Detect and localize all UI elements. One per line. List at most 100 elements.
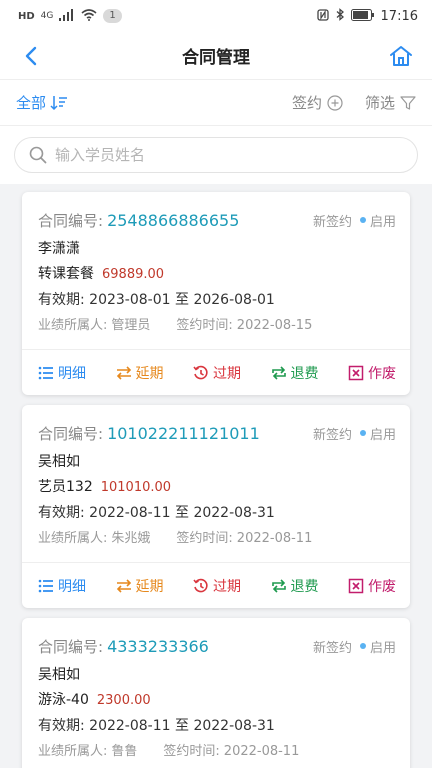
- owner-value: 鲁鲁: [111, 744, 138, 759]
- battery-icon: [350, 8, 375, 24]
- package-name: 游泳-40: [38, 692, 89, 708]
- void-button[interactable]: 作废: [348, 363, 396, 383]
- expire-button[interactable]: 过期: [193, 576, 241, 596]
- extend-button[interactable]: 延期: [116, 576, 164, 596]
- card-actions: 明细 延期 过期 退费 作废: [22, 349, 410, 395]
- filter-button[interactable]: 筛选: [365, 92, 416, 113]
- sign-time-label: 签约时间:: [176, 318, 233, 333]
- valid-end: 2022-08-31: [193, 505, 275, 521]
- clock: 17:16: [380, 8, 418, 24]
- detail-button[interactable]: 明细: [38, 363, 86, 383]
- contract-no-label: 合同编号:: [38, 211, 104, 230]
- refund-label: 退费: [290, 578, 319, 595]
- contract-type: 新签约: [312, 214, 352, 230]
- swap-arrows-icon: [116, 365, 131, 380]
- status-dot-icon: [359, 430, 366, 436]
- valid-label: 有效期:: [38, 718, 85, 734]
- contract-card[interactable]: 合同编号: 2548866886655 新签约 启用 李潇潇 转课套餐 69889…: [22, 192, 410, 395]
- owner-label: 业绩所属人:: [38, 318, 108, 333]
- void-label: 作废: [368, 578, 396, 595]
- package-price: 69889.00: [102, 267, 165, 282]
- extend-label: 延期: [135, 578, 164, 595]
- search-box: [14, 137, 418, 173]
- detail-label: 明细: [58, 578, 86, 595]
- valid-start: 2022-08-11: [89, 718, 171, 734]
- carrier-label: HD: [18, 10, 35, 22]
- funnel-icon: [400, 95, 416, 110]
- sign-label: 签约: [291, 94, 322, 112]
- contract-no-label: 合同编号:: [38, 637, 104, 656]
- chevron-left-icon: [25, 46, 37, 65]
- nfc-icon: [316, 8, 329, 24]
- owner-value: 朱兆娥: [111, 531, 151, 546]
- nav-bar: 合同管理: [0, 32, 432, 80]
- contract-card[interactable]: 合同编号: 4333233366 新签约 启用 吴相如 游泳-40 2300.00…: [22, 618, 410, 768]
- filter-actions: 签约 筛选: [292, 92, 416, 113]
- owner-label: 业绩所属人:: [38, 531, 108, 546]
- repeat-icon: [271, 365, 286, 380]
- status-left: HD 4G 1: [18, 8, 122, 24]
- owner-value: 管理员: [111, 318, 151, 333]
- bluetooth-icon: [335, 8, 345, 24]
- sort-all-button[interactable]: 全部: [16, 92, 68, 113]
- swap-arrows-icon: [116, 578, 131, 593]
- back-button[interactable]: [16, 41, 46, 71]
- refund-label: 退费: [290, 365, 319, 382]
- valid-to: 至: [175, 292, 189, 308]
- refund-button[interactable]: 退费: [271, 576, 319, 596]
- contract-card[interactable]: 合同编号: 101022211121011 新签约 启用 吴相如 艺员132 10…: [22, 405, 410, 608]
- detail-label: 明细: [58, 365, 86, 382]
- sign-time-value: 2022-08-11: [223, 744, 300, 759]
- valid-end: 2026-08-01: [193, 292, 275, 308]
- contract-type: 新签约: [312, 427, 352, 443]
- sign-button[interactable]: 签约: [292, 92, 343, 113]
- expire-button[interactable]: 过期: [193, 363, 241, 383]
- signal-icon: [59, 8, 75, 24]
- status-badge: 新签约 启用: [313, 637, 396, 656]
- close-square-icon: [348, 578, 364, 593]
- void-label: 作废: [368, 365, 396, 382]
- valid-start: 2023-08-01: [89, 292, 171, 308]
- list-icon: [38, 579, 53, 592]
- valid-label: 有效期:: [38, 292, 85, 308]
- contract-no-value: 101022211121011: [107, 423, 260, 443]
- valid-label: 有效期:: [38, 505, 85, 521]
- status-badge: 新签约 启用: [313, 424, 396, 443]
- detail-button[interactable]: 明细: [38, 576, 86, 596]
- sort-icon: [50, 95, 68, 110]
- status-bar: HD 4G 1 17:16: [0, 0, 432, 32]
- status-dot-icon: [359, 217, 366, 223]
- contract-no-label: 合同编号:: [38, 424, 104, 443]
- home-button[interactable]: [386, 41, 416, 71]
- network-label: 4G: [40, 11, 54, 21]
- sign-time-value: 2022-08-11: [236, 531, 313, 546]
- valid-start: 2022-08-11: [89, 505, 171, 521]
- close-square-icon: [348, 365, 364, 380]
- repeat-icon: [271, 578, 286, 593]
- package-name: 转课套餐: [38, 266, 94, 282]
- notification-badge: 1: [103, 9, 122, 23]
- student-name: 吴相如: [38, 454, 80, 470]
- package-name: 艺员132: [38, 479, 93, 495]
- status-badge: 新签约 启用: [313, 211, 396, 230]
- contract-list: 合同编号: 2548866886655 新签约 启用 李潇潇 转课套餐 69889…: [0, 184, 432, 768]
- expire-label: 过期: [213, 578, 241, 595]
- valid-to: 至: [175, 718, 189, 734]
- contract-type: 新签约: [312, 640, 352, 656]
- status-right: 17:16: [316, 8, 418, 24]
- valid-end: 2022-08-31: [193, 718, 275, 734]
- refund-button[interactable]: 退费: [271, 363, 319, 383]
- sign-time-label: 签约时间:: [163, 744, 220, 759]
- void-button[interactable]: 作废: [348, 576, 396, 596]
- home-icon: [390, 45, 412, 66]
- student-name: 李潇潇: [38, 241, 80, 257]
- search-input[interactable]: [55, 146, 403, 164]
- sign-time-label: 签约时间:: [176, 531, 233, 546]
- search-bar: [0, 126, 432, 184]
- contract-no-value: 4333233366: [107, 636, 209, 656]
- page-title: 合同管理: [182, 48, 250, 68]
- extend-button[interactable]: 延期: [116, 363, 164, 383]
- status-dot-icon: [359, 643, 366, 649]
- contract-status: 启用: [369, 427, 396, 443]
- plus-circle-icon: [327, 94, 343, 111]
